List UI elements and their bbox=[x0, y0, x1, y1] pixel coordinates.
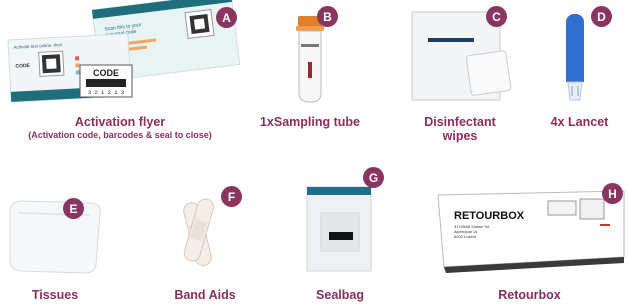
retourbox-title: RETOURBOX bbox=[454, 210, 525, 222]
flyer-code-number: 3 2 1 2 1 3 bbox=[88, 89, 124, 96]
label-disinfectant-wipes: Disinfectant wipes bbox=[424, 115, 496, 143]
retourbox-icon: RETOURBOX 31745A8 Suisse SA Alpenquai 14… bbox=[437, 190, 625, 273]
retourbox: RETOURBOX 31745A8 Suisse SA Alpenquai 14… bbox=[430, 165, 629, 305]
badge-a: A bbox=[216, 7, 237, 28]
badge-g: G bbox=[363, 167, 384, 188]
retourbox-address-3: 6002 Luzern bbox=[454, 234, 476, 239]
label-sealbag: Sealbag bbox=[316, 288, 364, 302]
label-sampling-tube: 1xSampling tube bbox=[259, 115, 361, 129]
label-retourbox: Retourbox bbox=[498, 288, 561, 302]
label-band-aids: Band Aids bbox=[174, 288, 236, 302]
lancet-icon bbox=[566, 14, 584, 101]
tissues: E Tissues bbox=[0, 165, 110, 305]
sampling-tube: B 1xSampling tube bbox=[250, 0, 370, 150]
badge-h: H bbox=[602, 183, 623, 204]
sampling-tube-icon bbox=[296, 16, 324, 103]
tissues-icon bbox=[9, 200, 101, 274]
activation-flyer-icon: Scan this to your personal code Activate… bbox=[7, 0, 241, 103]
lancet: D 4x Lancet bbox=[530, 0, 629, 150]
flyer-code-label: CODE bbox=[93, 68, 119, 78]
sealbag: G Sealbag bbox=[285, 165, 395, 305]
label-tissues: Tissues bbox=[31, 288, 79, 302]
activation-flyer: Scan this to your personal code Activate… bbox=[0, 0, 241, 150]
label-activation-flyer: Activation flyer bbox=[74, 115, 166, 129]
sublabel-activation-flyer: (Activation code, barcodes & seal to clo… bbox=[28, 130, 212, 140]
badge-f: F bbox=[221, 186, 242, 207]
badge-e: E bbox=[63, 198, 84, 219]
flyer-small-code: CODE bbox=[15, 63, 30, 70]
badge-c: C bbox=[486, 6, 507, 27]
band-aids-icon bbox=[183, 198, 214, 266]
badge-d: D bbox=[591, 6, 612, 27]
label-lancet: 4x Lancet bbox=[550, 115, 609, 129]
badge-b: B bbox=[317, 6, 338, 27]
band-aids: F Band Aids bbox=[150, 165, 260, 305]
disinfectant-wipes: C Disinfectant wipes bbox=[400, 0, 520, 150]
